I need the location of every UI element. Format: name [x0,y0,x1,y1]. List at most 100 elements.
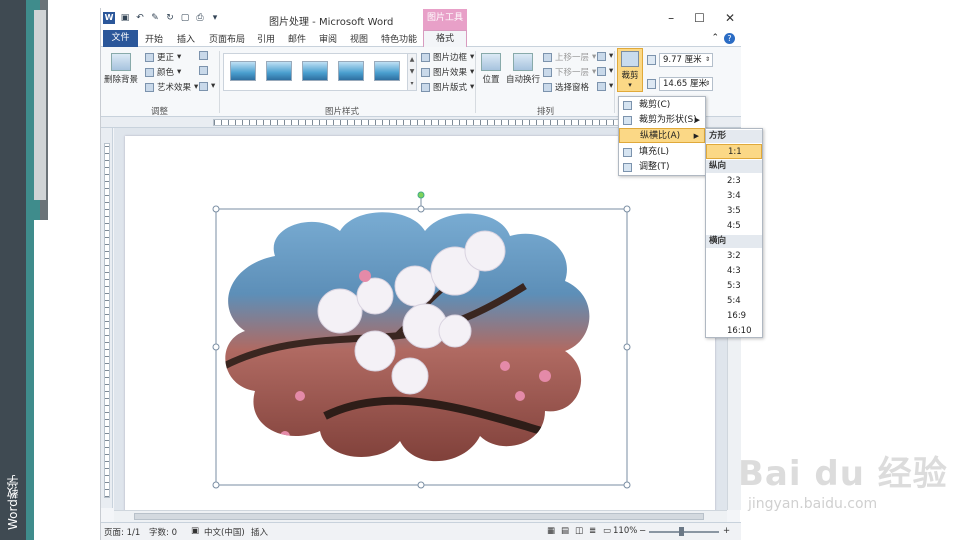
close-button[interactable]: ✕ [725,11,735,25]
view-web-icon[interactable]: ◫ [575,526,583,536]
style-thumb-4[interactable] [338,61,364,81]
resize-handle-w[interactable] [212,343,220,351]
change-picture-button[interactable] [199,66,208,75]
resize-handle-e[interactable] [623,343,631,351]
compress-pictures-button[interactable] [199,51,208,60]
crop-button[interactable]: 裁剪 ▾ [617,48,643,92]
bring-forward-button[interactable]: 上移一层 ▾ [543,51,596,63]
word-logo-icon[interactable]: W [103,12,115,24]
zoom-slider-knob[interactable] [679,527,684,536]
tab-format[interactable]: 格式 [423,30,467,48]
reset-picture-button[interactable]: ▾ [199,81,215,91]
zoom-out-button[interactable]: − [639,526,646,536]
redo-icon[interactable]: ↻ [165,13,175,23]
title-bar: W ▣ ↶ ✎ ↻ ▢ ⎙ ▾ 图片处理 - Microsoft Word 图片… [101,8,741,30]
ratio-4-3[interactable]: 4:3 [706,264,762,279]
menu-item-crop[interactable]: 裁剪(C) [619,98,705,113]
menu-item-aspect-ratio[interactable]: 纵横比(A) ▶ [619,128,705,143]
tab-references[interactable]: 引用 [257,32,275,45]
ratio-3-2[interactable]: 3:2 [706,249,762,264]
artistic-effects-button[interactable]: 艺术效果 ▾ [145,81,198,93]
send-backward-button[interactable]: 下移一层 ▾ [543,66,596,78]
resize-handle-ne[interactable] [623,205,631,213]
status-proofing-icon[interactable]: ▣ [191,526,199,536]
view-outline-icon[interactable]: ≣ [589,526,596,536]
tab-file[interactable]: 文件 [103,30,138,47]
status-page[interactable]: 页面: 1/1 [104,526,140,538]
ratio-2-3[interactable]: 2:3 [706,174,762,189]
format-painter-icon[interactable]: ✎ [150,13,160,23]
picture-layout-button[interactable]: 图片版式 ▾ [421,81,474,93]
width-input[interactable]: 14.65 厘米 ⇕ [659,77,713,91]
tab-home[interactable]: 开始 [145,32,163,45]
picture-effects-button[interactable]: 图片效果 ▾ [421,66,474,78]
ribbon-collapse-icon[interactable]: ⌃ [711,33,719,44]
maximize-button[interactable]: ☐ [694,11,705,25]
new-doc-icon[interactable]: ▢ [180,13,190,23]
ratio-1-1[interactable]: 1:1 [706,144,762,159]
picture-border-button[interactable]: 图片边框 ▾ [421,51,474,63]
resize-handle-n[interactable] [417,205,425,213]
style-thumb-1[interactable] [230,61,256,81]
style-thumb-2[interactable] [266,61,292,81]
menu-item-crop-to-shape[interactable]: 裁剪为形状(S) ▶ [619,113,705,128]
status-word-count[interactable]: 字数: 0 [149,526,177,538]
header-portrait: 纵向 [706,160,762,173]
wrap-text-button[interactable]: 自动换行 [505,53,541,85]
tab-view[interactable]: 视图 [350,32,368,45]
status-language[interactable]: 中文(中国) [204,526,245,538]
gallery-scroll-arrows[interactable]: ▲ ▼ ▾ [407,53,417,91]
width-spinner-icon[interactable]: ⇕ [705,78,710,90]
tab-special[interactable]: 特色功能 [381,32,417,45]
view-draft-icon[interactable]: ▭ [603,526,611,536]
position-button[interactable]: 位置 [479,53,503,85]
ratio-4-5[interactable]: 4:5 [706,219,762,234]
ratio-3-4[interactable]: 3:4 [706,189,762,204]
group-button[interactable]: ▾ [597,66,613,76]
resize-handle-s[interactable] [417,481,425,489]
resize-handle-nw[interactable] [212,205,220,213]
help-icon[interactable]: ? [724,33,735,44]
crop-dropdown-arrow: ▾ [628,81,632,89]
view-print-layout-icon[interactable]: ▦ [547,526,555,536]
undo-icon[interactable]: ↶ [135,13,145,23]
color-button[interactable]: 颜色 ▾ [145,66,181,78]
tab-mailings[interactable]: 邮件 [288,32,306,45]
rotate-button[interactable]: ▾ [597,81,613,91]
zoom-slider-track[interactable] [649,531,719,533]
align-button[interactable]: ▾ [597,51,613,61]
menu-item-fit[interactable]: 调整(T) [619,160,705,175]
remove-background-button[interactable]: 删除背景 [103,53,139,85]
minimize-button[interactable]: – [668,11,674,25]
ratio-5-4[interactable]: 5:4 [706,294,762,309]
style-thumb-3[interactable] [302,61,328,81]
horizontal-scroll-thumb[interactable] [134,513,704,520]
selection-pane-button[interactable]: 选择窗格 [543,81,589,93]
document-page[interactable] [125,136,715,516]
height-spinner-icon[interactable]: ⇕ [705,54,710,66]
status-insert-mode[interactable]: 插入 [251,526,268,538]
tab-insert[interactable]: 插入 [177,32,195,45]
save-icon[interactable]: ▣ [120,13,130,23]
style-thumb-5[interactable] [374,61,400,81]
tab-review[interactable]: 审阅 [319,32,337,45]
word-window: W ▣ ↶ ✎ ↻ ▢ ⎙ ▾ 图片处理 - Microsoft Word 图片… [100,8,741,540]
corrections-button[interactable]: 更正 ▾ [145,51,181,63]
zoom-level[interactable]: 110% [613,526,637,536]
ratio-3-5[interactable]: 3:5 [706,204,762,219]
horizontal-scrollbar[interactable] [114,510,727,522]
ratio-16-10[interactable]: 16:10 [706,324,762,339]
zoom-in-button[interactable]: + [723,526,730,536]
ratio-5-3[interactable]: 5:3 [706,279,762,294]
menu-item-fill[interactable]: 填充(L) [619,145,705,160]
view-reading-icon[interactable]: ▤ [561,526,569,536]
print-icon[interactable]: ⎙ [195,13,205,23]
customize-qat-icon[interactable]: ▾ [210,13,220,23]
ratio-16-9[interactable]: 16:9 [706,309,762,324]
height-input[interactable]: 9.77 厘米 ⇕ [659,53,713,67]
resize-handle-se[interactable] [623,481,631,489]
resize-handle-sw[interactable] [212,481,220,489]
rotation-handle[interactable] [417,191,425,199]
tab-page-layout[interactable]: 页面布局 [209,32,245,45]
vertical-ruler[interactable] [101,128,113,508]
